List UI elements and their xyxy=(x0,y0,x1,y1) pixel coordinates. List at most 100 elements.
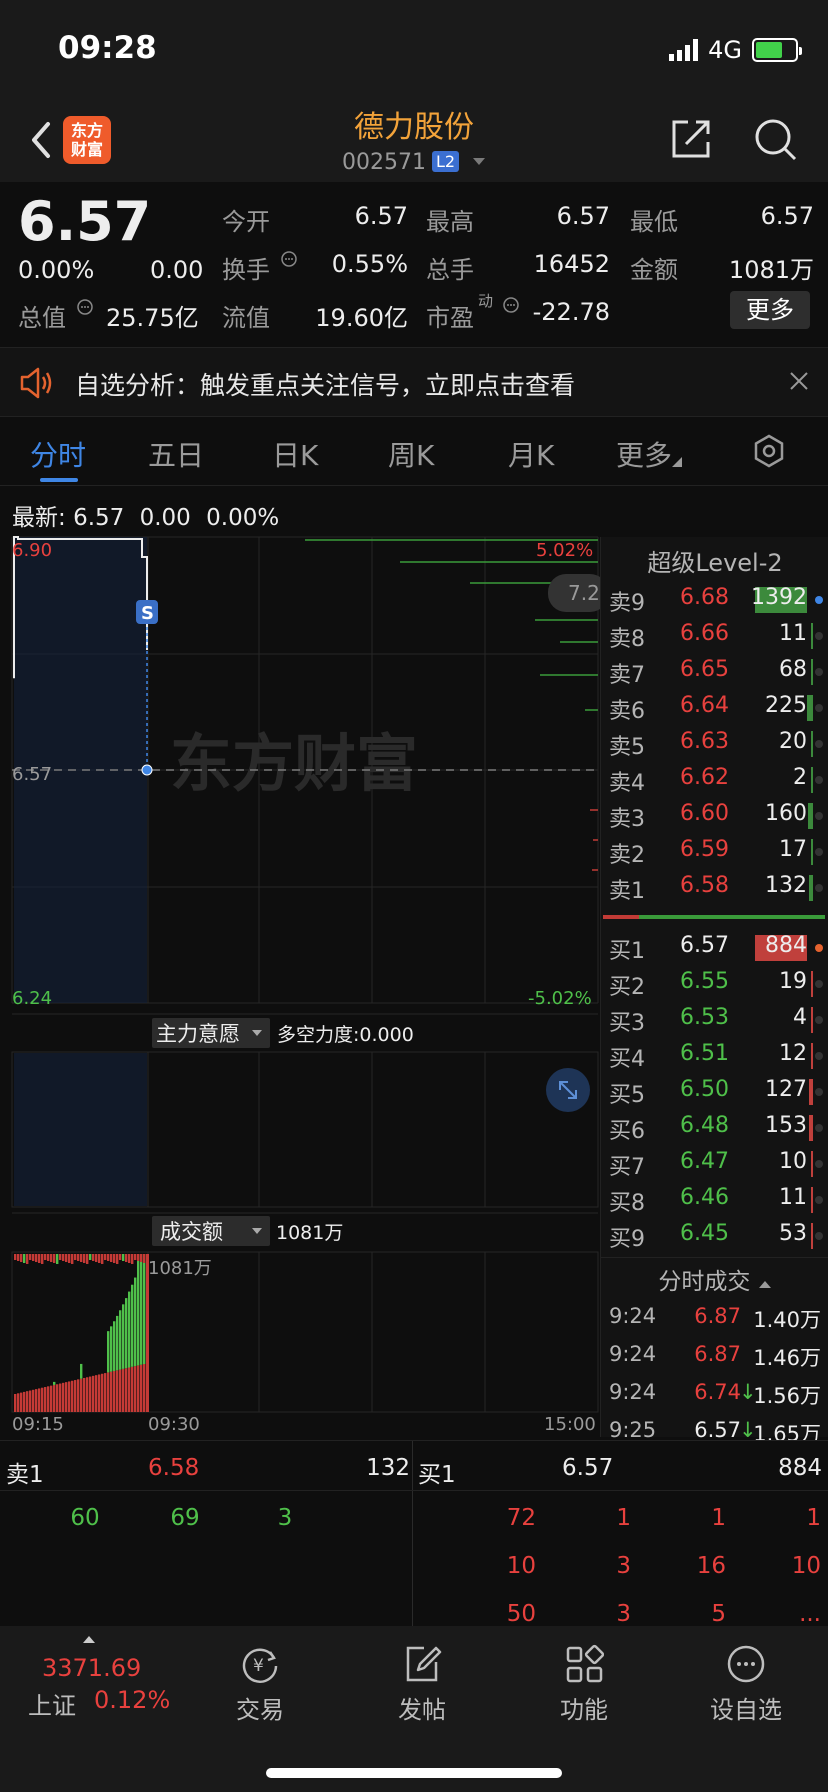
tick-list[interactable]: 分时成交 9:24 6.87 1.40万 9:24 6.87 1.46万 9:24 6.74 ↓… xyxy=(600,1257,828,1446)
high-label: 最高 xyxy=(426,208,474,236)
bid-queue-cell: 3 xyxy=(616,1553,631,1579)
order-book-title[interactable]: 超级Level-2 xyxy=(601,543,828,578)
bid-row[interactable]: 买7 6.47 10 xyxy=(601,1145,828,1181)
info-icon[interactable] xyxy=(76,298,94,316)
level-label: 卖9 xyxy=(609,591,645,616)
volume-bar xyxy=(41,1387,44,1412)
tab-five-day[interactable]: 五日 xyxy=(148,434,204,474)
volume-bar xyxy=(71,1254,74,1264)
index-name: 上证 xyxy=(28,1692,76,1720)
bid-row[interactable]: 买3 6.53 4 xyxy=(601,1001,828,1037)
level-dot xyxy=(815,740,823,748)
bid-row[interactable]: 买5 6.50 127 xyxy=(601,1073,828,1109)
level-price: 6.59 xyxy=(680,837,729,862)
detail-ask-vol: 132 xyxy=(366,1455,410,1481)
close-icon[interactable] xyxy=(788,370,810,392)
volume-bar xyxy=(104,1254,107,1260)
volume-bar xyxy=(89,1254,92,1260)
volume-bar xyxy=(26,1391,29,1412)
tick-price: 6.57 xyxy=(694,1418,741,1442)
search-icon[interactable] xyxy=(752,116,798,162)
notice-banner[interactable]: 自选分析：触发重点关注信号，立即点击查看 xyxy=(0,347,828,417)
nav-post[interactable]: 发帖 xyxy=(362,1626,482,1725)
volume-bar xyxy=(113,1321,116,1371)
level-label: 买8 xyxy=(609,1191,645,1216)
level-label: 卖7 xyxy=(609,663,645,688)
volume-bar xyxy=(101,1373,104,1412)
level-dot xyxy=(815,1232,823,1240)
home-indicator[interactable] xyxy=(266,1768,562,1778)
ask-row[interactable]: 卖8 6.66 11 xyxy=(601,617,828,653)
volume-bar xyxy=(47,1254,50,1261)
nav-functions[interactable]: 功能 xyxy=(524,1626,644,1725)
ask-queue-cell: 60 xyxy=(70,1505,100,1531)
bid-row[interactable]: 买4 6.51 12 xyxy=(601,1037,828,1073)
amount-label: 金额 xyxy=(630,256,678,284)
volume-bar xyxy=(107,1254,110,1261)
nav-trade[interactable]: ¥ 交易 xyxy=(200,1626,320,1725)
high-value: 6.57 xyxy=(556,202,610,230)
detail-bid-label: 买1 xyxy=(418,1462,456,1488)
bid-row[interactable]: 买1 6.57 884 xyxy=(601,929,828,965)
ask-row[interactable]: 卖7 6.65 68 xyxy=(601,653,828,689)
x-axis-open: 09:30 xyxy=(148,1414,200,1435)
ask-row[interactable]: 卖4 6.62 2 xyxy=(601,761,828,797)
index-widget[interactable]: 3371.69 上证 0.12% xyxy=(0,1626,170,1736)
gear-icon[interactable] xyxy=(752,434,786,468)
volume-bar xyxy=(131,1254,134,1264)
ask-row[interactable]: 卖5 6.63 20 xyxy=(601,725,828,761)
info-icon[interactable] xyxy=(502,296,520,314)
volume-bar xyxy=(59,1254,62,1260)
detail-bid-price: 6.57 xyxy=(562,1455,614,1481)
volume-bar xyxy=(83,1254,86,1263)
volume-bar xyxy=(140,1364,143,1412)
share-icon[interactable] xyxy=(668,116,714,162)
ask-row[interactable]: 卖1 6.58 132 xyxy=(601,869,828,905)
bid-row[interactable]: 买6 6.48 153 xyxy=(601,1109,828,1145)
level-label: 买4 xyxy=(609,1047,645,1072)
tab-intraday[interactable]: 分时 xyxy=(30,434,86,474)
volume-bar xyxy=(77,1379,80,1412)
tab-more[interactable]: 更多 xyxy=(616,434,683,474)
tab-monthly-k[interactable]: 月K xyxy=(508,434,554,474)
bid-row[interactable]: 买2 6.55 19 xyxy=(601,965,828,1001)
bid-queue-cell: 50 xyxy=(506,1601,536,1627)
volume-bar xyxy=(811,767,813,793)
ask-row[interactable]: 卖2 6.59 17 xyxy=(601,833,828,869)
tab-weekly-k[interactable]: 周K xyxy=(388,434,434,474)
intraday-chart[interactable]: 东方财富 7.2 S 主力意愿 多空力度:0.000 成交额 1081万 108… xyxy=(0,530,600,1420)
tab-daily-k[interactable]: 日K xyxy=(272,434,318,474)
volume-bar xyxy=(92,1254,95,1261)
level-volume: 11 xyxy=(779,1185,807,1210)
bid-row[interactable]: 买9 6.45 53 xyxy=(601,1217,828,1253)
tab-more-label: 更多 xyxy=(616,439,673,472)
bid-row[interactable]: 买8 6.46 11 xyxy=(601,1181,828,1217)
nav-add-watchlist[interactable]: 设自选 xyxy=(686,1626,806,1725)
level-price: 6.50 xyxy=(680,1077,729,1102)
tick-time: 9:24 xyxy=(609,1342,657,1366)
level-price: 6.55 xyxy=(680,969,729,994)
ask-row[interactable]: 卖3 6.60 160 xyxy=(601,797,828,833)
order-queue-detail: 卖1 6.58 132 买1 6.57 884 60 69 3 72 1 1 1 10 3 16… xyxy=(0,1440,828,1627)
volume-bar xyxy=(68,1254,71,1263)
latest-line: 最新: 6.57 0.00 0.00% xyxy=(12,498,279,532)
latest-pct: 0.00% xyxy=(206,505,280,531)
volume-bar xyxy=(131,1366,134,1412)
tick-volume: 1.56万 xyxy=(753,1384,821,1408)
more-button[interactable]: 更多 xyxy=(730,291,810,329)
level-dot xyxy=(815,632,823,640)
ask-row[interactable]: 卖9 6.68 1392 xyxy=(601,581,828,617)
volume-bar xyxy=(65,1254,68,1262)
ask-row[interactable]: 卖6 6.64 225 xyxy=(601,689,828,725)
divider xyxy=(0,1490,828,1491)
y-axis-bottom: 6.24 xyxy=(12,988,53,1009)
level-label: 买9 xyxy=(609,1227,645,1252)
volume-bar xyxy=(56,1384,59,1412)
volume-bar xyxy=(20,1392,23,1412)
volume-bar xyxy=(116,1254,119,1264)
volume-bar xyxy=(95,1375,98,1412)
info-icon[interactable] xyxy=(280,250,298,268)
pct-axis-bottom: -5.02% xyxy=(528,988,592,1009)
tick-volume: 1.46万 xyxy=(753,1346,821,1370)
volume-bar xyxy=(35,1389,38,1412)
